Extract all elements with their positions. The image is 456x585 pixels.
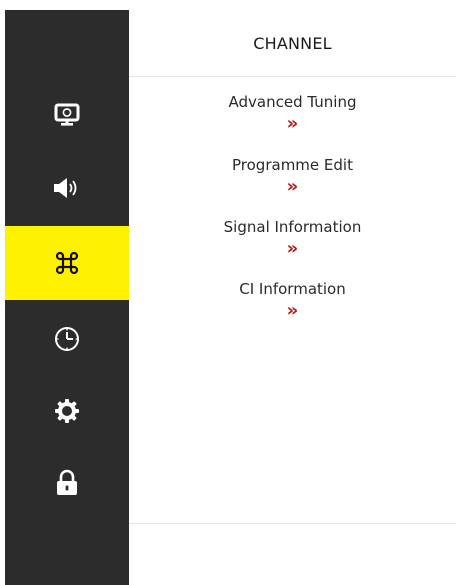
sound-icon bbox=[52, 174, 82, 202]
settings-category-sidebar bbox=[5, 10, 129, 585]
lock-icon bbox=[53, 468, 81, 498]
sidebar-item-picture[interactable] bbox=[5, 78, 129, 152]
sidebar-item-settings[interactable] bbox=[5, 374, 129, 448]
picture-icon bbox=[53, 101, 81, 129]
settings-gear-icon bbox=[53, 397, 81, 425]
header-divider bbox=[129, 76, 456, 77]
menu-item-advanced-tuning[interactable]: Advanced Tuning » bbox=[129, 92, 456, 135]
sidebar-item-lock[interactable] bbox=[5, 446, 129, 520]
menu-item-label: Signal Information bbox=[223, 218, 362, 236]
menu-item-signal-information[interactable]: Signal Information » bbox=[129, 217, 456, 260]
channel-icon bbox=[53, 249, 81, 277]
menu-item-label: Advanced Tuning bbox=[228, 93, 357, 111]
chevron-right-icon: » bbox=[286, 238, 299, 259]
sidebar-item-timer[interactable] bbox=[5, 302, 129, 376]
timer-icon bbox=[53, 325, 81, 353]
page-title: CHANNEL bbox=[253, 34, 332, 53]
menu-item-ci-information[interactable]: CI Information » bbox=[129, 279, 456, 322]
menu-item-label: CI Information bbox=[239, 280, 346, 298]
chevron-right-icon: » bbox=[286, 113, 299, 134]
tv-settings-screen: CHANNEL Advanced Tuning » Programme Edit… bbox=[0, 0, 456, 585]
chevron-right-icon: » bbox=[286, 300, 299, 321]
menu-item-programme-edit[interactable]: Programme Edit » bbox=[129, 155, 456, 198]
sidebar-item-channel[interactable] bbox=[5, 226, 129, 300]
chevron-right-icon: » bbox=[286, 176, 299, 197]
menu-item-label: Programme Edit bbox=[232, 156, 353, 174]
footer-divider bbox=[129, 523, 456, 524]
sidebar-item-sound[interactable] bbox=[5, 151, 129, 225]
